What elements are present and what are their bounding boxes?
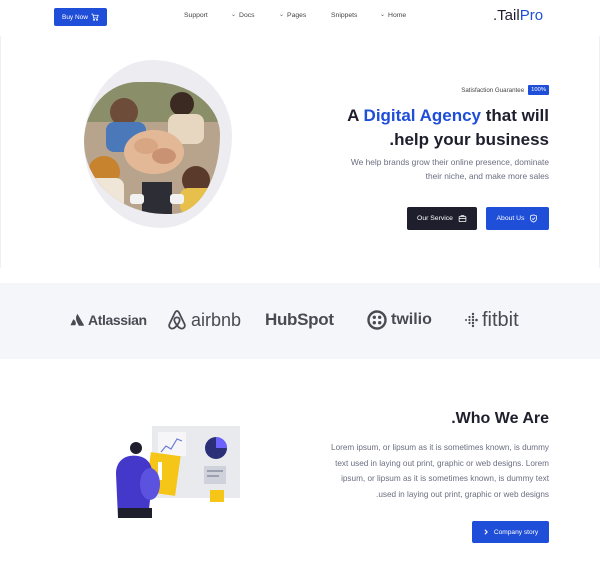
paragraph-line: Lorem ipsum, or lipsum as it is sometime…: [331, 443, 549, 452]
about-us-label: About Us: [496, 215, 525, 222]
twilio-icon: [367, 310, 387, 330]
brand-fitbit: fitbit: [464, 305, 519, 335]
title-line-2: .help your business: [389, 130, 549, 149]
satisfaction-badge: 100%: [528, 85, 549, 95]
chevron-down-icon: ⌄: [279, 12, 285, 18]
presentation-illustration: [116, 426, 240, 518]
satisfaction-guarantee: Satisfaction Guarantee 100%: [461, 85, 549, 95]
paragraph-line: text used in laying out print, graphic o…: [335, 458, 549, 468]
brand-twilio: twilio: [367, 305, 432, 335]
nav-item-docs[interactable]: ⌄ Docs: [231, 12, 255, 19]
airbnb-icon: [168, 310, 186, 330]
paragraph-line: ipsum, or lipsum as it is sometimes know…: [341, 474, 549, 483]
nav-item-home[interactable]: ⌄ Home: [380, 12, 406, 19]
shield-check-icon: [530, 214, 538, 223]
about-us-button[interactable]: About Us: [486, 207, 549, 230]
brand-hubspot: HubSpot: [265, 305, 338, 335]
site-header: Buy Now Support ⌄ Docs ⌄ Pages Snippets …: [0, 0, 600, 36]
company-story-button[interactable]: Company story: [472, 521, 549, 543]
our-service-label: Our Service: [417, 215, 453, 222]
nav-label: Pages: [287, 12, 307, 19]
subtitle-line-2: their niche, and make more sales: [425, 171, 549, 181]
nav-label: Home: [388, 12, 407, 19]
brand-atlassian: Atlassian: [70, 305, 147, 335]
title-accent: Digital Agency: [363, 106, 481, 125]
brand-name: airbnb: [191, 309, 242, 330]
logo-prefix: .Tail: [493, 7, 520, 24]
chevron-right-icon: [484, 529, 488, 535]
who-we-are-paragraph: Lorem ipsum, or lipsum as it is sometime…: [309, 440, 549, 502]
briefcase-icon: [458, 215, 467, 222]
brand-name: HubSpot: [265, 310, 334, 329]
brand-name: Atlassian: [88, 312, 147, 328]
hero-title: A Digital Agency that will .help your bu…: [347, 104, 549, 152]
subtitle-line-1: We help brands grow their online presenc…: [350, 157, 549, 167]
brand-name: fitbit: [482, 308, 519, 331]
company-story-label: Company story: [493, 528, 539, 536]
paragraph-line: .used in laying out print, graphic or we…: [376, 489, 549, 499]
who-we-are-title: .Who We Are: [451, 410, 549, 427]
nav-label: Docs: [239, 12, 255, 19]
brand-logos-strip: Atlassian airbnb HubSpot twilio fitbit: [0, 283, 600, 359]
brand-airbnb: airbnb: [167, 305, 241, 335]
fitbit-icon: [465, 312, 478, 328]
nav-item-pages[interactable]: ⌄ Pages: [279, 12, 306, 19]
logo-accent: Pro: [519, 7, 544, 24]
hero-subtitle: We help brands grow their online presenc…: [309, 155, 549, 183]
title-prefix: A: [347, 106, 364, 125]
nav-label: Snippets: [331, 12, 358, 19]
our-service-button[interactable]: Our Service: [407, 207, 477, 230]
chevron-down-icon: ⌄: [380, 12, 386, 18]
chevron-down-icon: ⌄: [231, 12, 237, 18]
nav-item-snippets[interactable]: Snippets: [331, 12, 357, 19]
satisfaction-label: Satisfaction Guarantee: [461, 86, 525, 94]
site-logo[interactable]: .TailPro: [493, 7, 543, 24]
nav-item-support[interactable]: Support: [184, 12, 208, 19]
brand-name: twilio: [391, 311, 432, 328]
atlassian-icon: [70, 314, 84, 326]
nav-label: Support: [184, 12, 208, 19]
title-suffix: that will: [481, 106, 549, 125]
